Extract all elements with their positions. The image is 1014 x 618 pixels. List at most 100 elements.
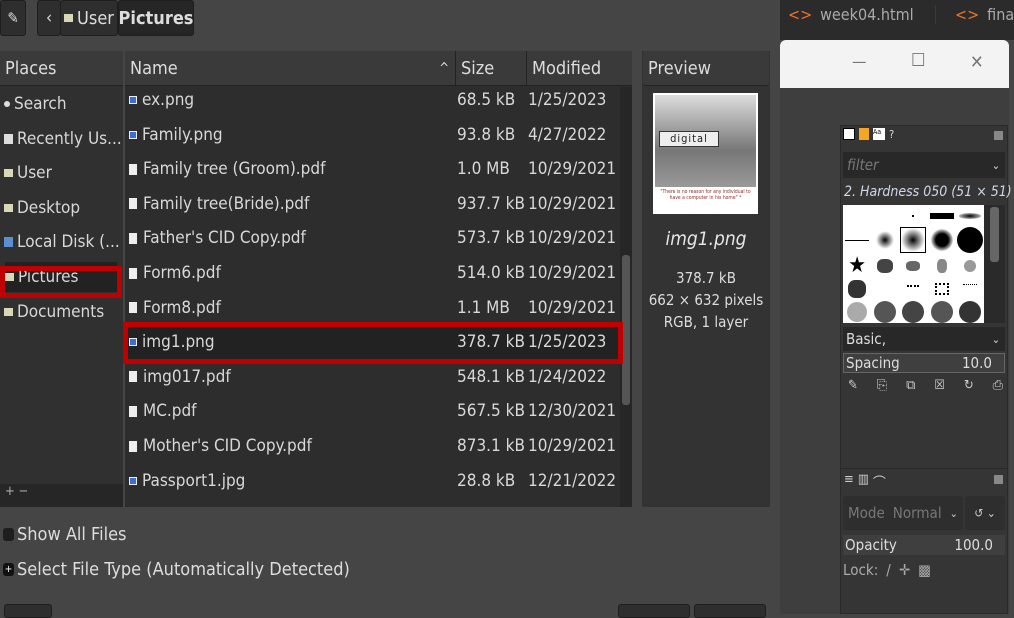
opacity-spinner[interactable]: Opacity 100.0 xyxy=(843,535,1005,555)
file-list-scrollbar[interactable] xyxy=(620,87,632,507)
remove-bookmark-button[interactable]: − xyxy=(19,484,29,499)
document-file-icon xyxy=(129,232,137,244)
column-header-modified[interactable]: Modified xyxy=(526,51,632,86)
file-modified: 12/21/2022 xyxy=(528,470,617,491)
recent-icon xyxy=(4,133,13,144)
place-local-disk[interactable]: Local Disk (... xyxy=(4,227,120,257)
file-row[interactable]: img017.pdf 548.1 kB 1/24/2022 xyxy=(125,360,620,394)
places-toolbar: + − xyxy=(0,484,123,507)
channels-tab-icon[interactable]: ▥ xyxy=(858,472,869,491)
file-size: 68.5 kB xyxy=(457,90,516,110)
file-size: 873.1 kB xyxy=(457,436,525,456)
file-name: Family tree(Bride).pdf xyxy=(125,194,455,214)
new-brush-icon[interactable]: ⎘ xyxy=(877,378,887,393)
lock-position-icon[interactable]: ✛ xyxy=(899,561,910,579)
file-row[interactable]: Form6.pdf 514.0 kB 10/29/2021 xyxy=(125,256,620,290)
help-tab-icon[interactable]: ? xyxy=(889,128,894,141)
maximize-button[interactable]: ☐ xyxy=(911,50,926,71)
font-tab-icon[interactable]: Aa xyxy=(873,128,885,140)
duplicate-brush-icon[interactable]: ⧉ xyxy=(906,378,915,393)
breadcrumb-user[interactable]: User xyxy=(60,0,118,36)
help-button[interactable] xyxy=(4,604,52,618)
file-row[interactable]: MC.pdf 567.5 kB 12/30/2021 xyxy=(125,394,620,428)
places-header: Places xyxy=(0,51,123,86)
place-search[interactable]: Search xyxy=(4,89,67,119)
minimize-button[interactable]: — xyxy=(852,52,866,71)
folder-icon xyxy=(4,169,13,178)
show-all-files-checkbox[interactable]: Show All Files xyxy=(3,524,126,545)
document-file-icon xyxy=(129,440,137,452)
file-name: ex.png xyxy=(125,90,455,110)
edit-brush-icon[interactable]: ✎ xyxy=(848,378,858,393)
file-row[interactable]: Family.png 93.8 kB 4/27/2022 xyxy=(125,118,620,152)
file-modified: 10/29/2021 xyxy=(528,436,617,456)
preview-mode: RGB, 1 layer xyxy=(663,313,749,331)
folder-icon xyxy=(4,307,13,316)
place-recently-us[interactable]: Recently Us... xyxy=(4,124,122,154)
editor-tab-week04[interactable]: <> week04.html xyxy=(788,5,936,24)
image-file-icon xyxy=(129,130,137,139)
add-bookmark-button[interactable]: + xyxy=(5,484,15,499)
file-size: 514.0 kB xyxy=(457,263,525,283)
column-header-size[interactable]: Size xyxy=(455,51,526,86)
lock-pixels-icon[interactable]: / xyxy=(886,561,891,579)
file-name: Passport1.jpg xyxy=(125,471,455,491)
close-button[interactable]: ✕ xyxy=(970,52,984,73)
column-header-name[interactable]: Name ^ xyxy=(125,51,455,86)
file-name: Father's CID Copy.pdf xyxy=(125,228,455,248)
file-row[interactable]: Family tree (Groom).pdf 1.0 MB 10/29/2021 xyxy=(125,152,620,186)
brush-grid-scrollbar[interactable] xyxy=(984,205,1005,323)
select-file-type-expander[interactable]: + Select File Type (Automatically Detecte… xyxy=(3,559,350,580)
sort-ascending-icon: ^ xyxy=(439,60,449,76)
file-row[interactable]: Family tree(Bride).pdf 937.7 kB 10/29/2021 xyxy=(125,187,620,221)
file-row[interactable]: Mother's CID Copy.pdf 873.1 kB 10/29/2021 xyxy=(125,429,620,463)
delete-brush-icon[interactable]: ☒ xyxy=(934,378,945,393)
layer-mode-select[interactable]: Mode Normal ⌄ xyxy=(843,496,963,530)
document-file-icon xyxy=(129,302,137,314)
breadcrumb-pictures[interactable]: Pictures xyxy=(118,0,194,36)
file-size: 93.8 kB xyxy=(457,124,516,145)
place-desktop[interactable]: Desktop xyxy=(4,193,80,223)
edit-location-button[interactable]: ✎ xyxy=(0,0,26,36)
places-highlight xyxy=(0,266,122,298)
dock-menu-icon[interactable] xyxy=(994,131,1003,140)
layers-tab-icon[interactable]: ≡ xyxy=(844,472,854,491)
place-documents[interactable]: Documents xyxy=(4,297,104,327)
paths-tab-icon[interactable]: ⌒ xyxy=(873,472,886,491)
brush-filter-input[interactable]: filter ⌄ xyxy=(843,152,1005,178)
file-name: Family tree (Groom).pdf xyxy=(125,159,455,179)
dock-menu-icon[interactable] xyxy=(994,475,1003,484)
mode-reset-button[interactable]: ↺ ⌄ xyxy=(965,496,1005,530)
file-modified: 10/29/2021 xyxy=(528,193,617,214)
brush-grid[interactable]: ★ xyxy=(843,205,984,323)
file-name: Form6.pdf xyxy=(125,263,455,283)
preview-dimensions: 662 × 632 pixels xyxy=(648,291,764,309)
back-button[interactable]: ‹ xyxy=(37,0,61,36)
file-size: 937.7 kB xyxy=(457,193,525,214)
brush-tab-icon[interactable] xyxy=(843,128,855,140)
place-user[interactable]: User xyxy=(4,158,52,188)
html-file-icon: <> xyxy=(955,5,980,24)
open-brush-icon[interactable]: ⎙ xyxy=(993,378,1003,393)
refresh-brushes-icon[interactable]: ↻ xyxy=(964,378,974,393)
file-row[interactable]: ex.png 68.5 kB 1/25/2023 xyxy=(125,83,620,117)
file-row[interactable]: Passport1.jpg 28.8 kB 12/21/2022 xyxy=(125,464,620,498)
cancel-button[interactable] xyxy=(618,604,690,618)
editor-tab-final[interactable]: <>final- xyxy=(955,5,1014,24)
preview-thumbnail: digital "There is no reason for any indi… xyxy=(653,93,758,214)
document-file-icon xyxy=(129,163,137,175)
file-name: Form8.pdf xyxy=(125,298,455,318)
pattern-tab-icon[interactable] xyxy=(859,128,869,140)
file-modified: 10/29/2021 xyxy=(528,297,617,318)
document-file-icon xyxy=(129,371,137,383)
lock-alpha-icon[interactable]: ▩ xyxy=(918,561,931,579)
file-row[interactable]: Father's CID Copy.pdf 573.7 kB 10/29/2021 xyxy=(125,221,620,255)
file-row[interactable]: Form8.pdf 1.1 MB 10/29/2021 xyxy=(125,291,620,325)
brush-tag-select[interactable]: Basic, ⌄ xyxy=(843,327,1005,351)
open-button[interactable] xyxy=(694,604,766,618)
spacing-spinner[interactable]: Spacing 10.0 xyxy=(843,353,1005,373)
document-file-icon xyxy=(129,405,137,417)
file-modified: 10/29/2021 xyxy=(528,263,617,283)
image-file-icon xyxy=(129,476,137,485)
preview-header: Preview xyxy=(643,51,769,86)
